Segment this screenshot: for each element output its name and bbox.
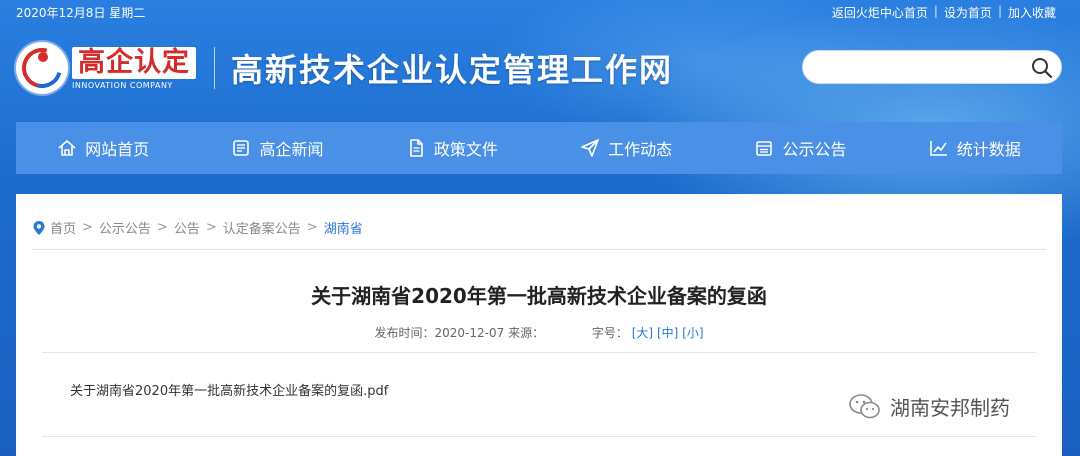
wechat-icon: [849, 393, 880, 418]
breadcrumb-arrow: >: [306, 220, 318, 235]
nav-label: 公示公告: [782, 140, 847, 159]
nav-policy[interactable]: 政策文件: [365, 122, 539, 174]
divider: [32, 249, 1046, 250]
location-pin-icon: [33, 220, 45, 235]
site-logo[interactable]: 高企认定 INNOVATION COMPANY 高新技术企业认定管理工作网: [14, 40, 674, 96]
news-icon: [233, 140, 250, 156]
breadcrumb: 首页 > 公示公告 > 公告 > 认定备案公告 > 湖南省: [32, 218, 363, 237]
nav-bulletin[interactable]: 公示公告: [713, 122, 887, 174]
search-input[interactable]: [803, 51, 1023, 83]
attachment-link[interactable]: 关于湖南省2020年第一批高新技术企业备案的复函.pdf: [70, 380, 388, 399]
document-icon: [410, 139, 423, 157]
breadcrumb-current[interactable]: 湖南省: [324, 218, 363, 237]
font-size-label: 字号：: [591, 326, 628, 340]
breadcrumb-home[interactable]: 首页: [50, 218, 76, 237]
send-icon: [581, 139, 599, 157]
breadcrumb-notice[interactable]: 公告: [174, 218, 200, 237]
add-favorite-link[interactable]: 加入收藏: [1002, 4, 1062, 21]
font-size-medium-button[interactable]: [中]: [657, 326, 678, 340]
top-bar: 2020年12月8日 星期二 返回火炬中心首页 | 设为首页 | 加入收藏: [0, 0, 1080, 24]
logo-divider: [214, 47, 215, 89]
logo-chinese: 高企认定: [72, 46, 196, 79]
publish-date: 2020-12-07: [434, 326, 505, 340]
site-title: 高新技术企业认定管理工作网: [231, 51, 674, 89]
nav-statistics[interactable]: 统计数据: [888, 122, 1062, 174]
logo-text: 高企认定 INNOVATION COMPANY: [72, 46, 196, 90]
logo-english: INNOVATION COMPANY: [72, 80, 173, 90]
publish-label: 发布时间：: [374, 326, 435, 340]
current-date: 2020年12月8日 星期二: [16, 6, 146, 20]
separator: |: [933, 4, 938, 18]
watermark-text: 湖南安邦制药: [890, 396, 1010, 420]
nav-home[interactable]: 网站首页: [16, 122, 190, 174]
search-icon[interactable]: [1029, 55, 1055, 81]
divider: [42, 352, 1036, 353]
article-meta: 发布时间：2020-12-07 来源： 字号： [大] [中] [小]: [16, 324, 1062, 341]
breadcrumb-arrow: >: [156, 220, 168, 235]
back-to-torch-center-link[interactable]: 返回火炬中心首页: [826, 4, 934, 21]
nav-label: 高企新闻: [259, 140, 324, 159]
top-links: 返回火炬中心首页 | 设为首页 | 加入收藏: [826, 4, 1062, 21]
main-nav: 网站首页 高企新闻 政策文件 工作动态 公示公告 统计数据: [16, 122, 1062, 174]
separator: |: [997, 4, 1002, 18]
font-size-large-button[interactable]: [大]: [632, 326, 653, 340]
set-homepage-link[interactable]: 设为首页: [938, 4, 998, 21]
nav-news[interactable]: 高企新闻: [190, 122, 364, 174]
source-label: 来源：: [508, 326, 545, 340]
breadcrumb-arrow: >: [82, 220, 93, 235]
nav-label: 工作动态: [608, 140, 673, 159]
search-box: [802, 50, 1062, 84]
bulletin-icon: [756, 141, 773, 156]
divider: [42, 436, 1036, 437]
nav-label: 网站首页: [85, 140, 150, 159]
article-title: 关于湖南省2020年第一批高新技术企业备案的复函: [311, 284, 767, 308]
breadcrumb-filing-notice[interactable]: 认定备案公告: [223, 218, 301, 237]
home-icon: [58, 140, 76, 156]
wechat-watermark: 湖南安邦制药: [848, 392, 1010, 421]
nav-label: 政策文件: [433, 140, 498, 159]
chart-icon: [929, 141, 947, 156]
logo-emblem-icon: [14, 40, 70, 96]
nav-work-news[interactable]: 工作动态: [539, 122, 713, 174]
nav-label: 统计数据: [956, 140, 1021, 159]
breadcrumb-bulletin[interactable]: 公示公告: [99, 218, 151, 237]
font-size-small-button[interactable]: [小]: [682, 326, 703, 340]
breadcrumb-arrow: >: [205, 220, 217, 235]
